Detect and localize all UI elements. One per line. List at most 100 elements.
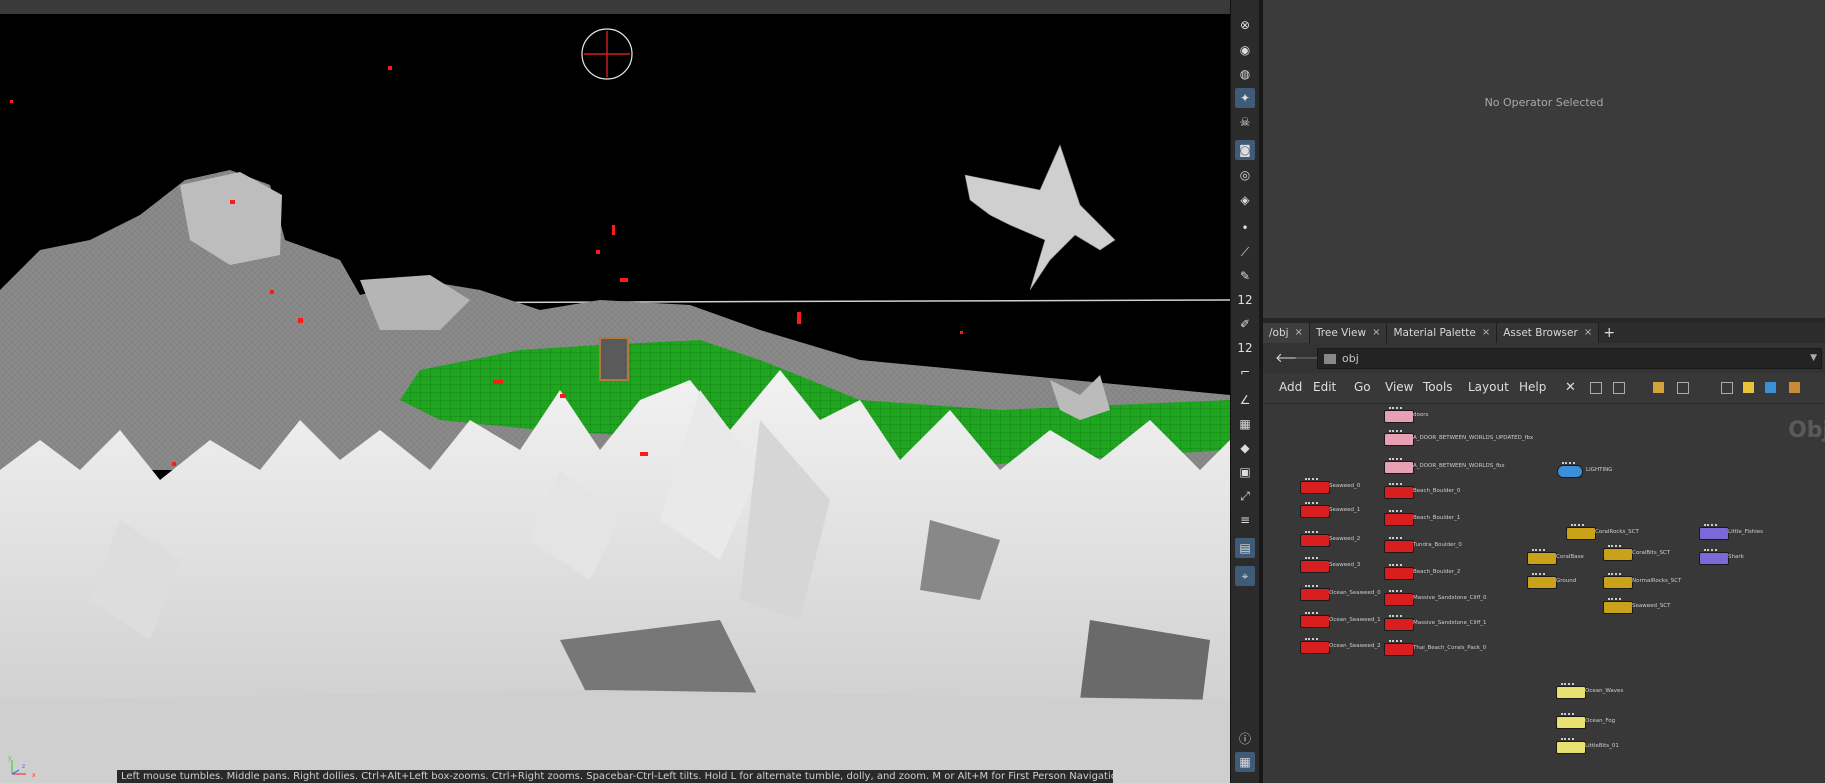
network-editor[interactable]: Obje doors A_DOOR_BETWEEN_WORLDS_UPDATED_… [1263,404,1825,783]
close-icon[interactable]: × [1372,323,1380,343]
node-flags[interactable] [1305,638,1318,642]
display-icon[interactable]: ▤ [1235,538,1255,558]
network-node[interactable] [1300,557,1330,573]
network-node[interactable] [1556,738,1586,754]
cube-icon[interactable]: ▣ [1235,462,1255,482]
dot-icon[interactable]: • [1235,218,1255,238]
close-icon[interactable]: × [1482,323,1490,343]
network-node[interactable] [1300,502,1330,518]
render-camera-icon[interactable]: ◙ [1235,140,1255,160]
ruler-icon[interactable]: ⌐ [1235,362,1255,382]
network-node[interactable] [1603,598,1633,614]
close-icon[interactable]: × [1584,323,1592,343]
network-node[interactable] [1384,510,1414,526]
sphere-icon[interactable]: ◉ [1235,40,1255,60]
node-flags[interactable] [1608,573,1621,577]
node-flags[interactable] [1389,458,1402,462]
tab-tree-view[interactable]: Tree View × [1309,323,1388,343]
grid-icon[interactable] [1653,382,1664,393]
menu-edit[interactable]: Edit [1313,380,1336,394]
tree-layout-icon[interactable] [1590,382,1602,394]
layout-icon[interactable]: ▦ [1235,752,1255,772]
light-icon[interactable]: ✦ [1235,88,1255,108]
node-flags[interactable] [1389,407,1402,411]
node-flags[interactable] [1571,524,1584,528]
network-node[interactable] [1557,462,1583,478]
tab-material-palette[interactable]: Material Palette × [1387,323,1498,343]
menu-go[interactable]: Go [1354,380,1371,394]
network-node[interactable] [1603,545,1633,561]
edit-icon[interactable]: ✐ [1235,314,1255,334]
network-node[interactable] [1384,483,1414,499]
skull-icon[interactable]: ☠ [1235,112,1255,132]
add-tab-button[interactable]: + [1599,323,1619,343]
node-flags[interactable] [1389,640,1402,644]
tab-obj[interactable]: /obj × [1263,323,1310,343]
network-node[interactable] [1384,430,1414,446]
node-flags[interactable] [1532,549,1545,553]
close-icon[interactable]: × [1295,323,1303,343]
grid-12-icon[interactable]: 12 [1235,290,1255,310]
network-node[interactable] [1699,524,1729,540]
info-panel-icon[interactable] [1721,382,1733,394]
node-flags[interactable] [1389,615,1402,619]
network-node[interactable] [1384,640,1414,656]
network-node[interactable] [1300,478,1330,494]
menu-add[interactable]: Add [1279,380,1302,394]
menu-view[interactable]: View [1385,380,1413,394]
list-icon[interactable]: ≡ [1235,510,1255,530]
brush-icon[interactable]: ⟋ [1235,242,1255,262]
grid-22-icon[interactable]: 12 [1235,338,1255,358]
node-flags[interactable] [1389,590,1402,594]
list-icon[interactable] [1613,382,1625,394]
menu-layout[interactable]: Layout [1468,380,1509,394]
scale-icon[interactable]: ⤢ [1235,486,1255,506]
pen-icon[interactable]: ✎ [1235,266,1255,286]
node-flags[interactable] [1561,738,1574,742]
network-node[interactable] [1699,549,1729,565]
node-flags[interactable] [1305,502,1318,506]
node-flags[interactable] [1608,545,1621,549]
node-flags[interactable] [1561,683,1574,687]
node-flags[interactable] [1561,713,1574,717]
palette-icon[interactable] [1789,382,1800,393]
network-node[interactable] [1527,573,1557,589]
network-node[interactable] [1300,638,1330,654]
scene-viewport[interactable]: y x z Left mouse tumbles. Middle pans. R… [0,0,1230,783]
node-flags[interactable] [1532,573,1545,577]
node-flags[interactable] [1704,549,1717,553]
eye-icon[interactable]: ◎ [1235,165,1255,185]
network-node[interactable] [1603,573,1633,589]
network-node[interactable] [1566,524,1596,540]
node-flags[interactable] [1389,483,1402,487]
network-node[interactable] [1384,590,1414,606]
network-node[interactable] [1384,458,1414,474]
sticky-note-icon[interactable] [1743,382,1754,393]
menu-help[interactable]: Help [1519,380,1546,394]
node-flags[interactable] [1305,612,1318,616]
node-flags[interactable] [1305,585,1318,589]
network-node[interactable] [1384,537,1414,553]
diamond-icon[interactable]: ◆ [1235,438,1255,458]
camera-icon[interactable]: ◍ [1235,64,1255,84]
node-flags[interactable] [1704,524,1717,528]
node-flags[interactable] [1389,564,1402,568]
pin-icon[interactable]: ⌖ [1235,566,1255,586]
node-flags[interactable] [1389,510,1402,514]
node-flags[interactable] [1389,537,1402,541]
image-icon[interactable] [1765,382,1776,393]
info-icon[interactable]: ⓘ [1235,728,1255,748]
node-flags[interactable] [1305,478,1318,482]
network-node[interactable] [1556,713,1586,729]
network-node[interactable] [1300,585,1330,601]
node-flags[interactable] [1305,557,1318,561]
checker-icon[interactable]: ▦ [1235,414,1255,434]
snapshot-icon[interactable]: ◈ [1235,190,1255,210]
network-node[interactable] [1300,612,1330,628]
network-node[interactable] [1384,564,1414,580]
network-node[interactable] [1384,615,1414,631]
tab-asset-browser[interactable]: Asset Browser × [1497,323,1600,343]
menu-tools[interactable]: Tools [1423,380,1453,394]
network-node[interactable] [1300,531,1330,547]
chevron-down-icon[interactable]: ▼ [1810,349,1817,368]
